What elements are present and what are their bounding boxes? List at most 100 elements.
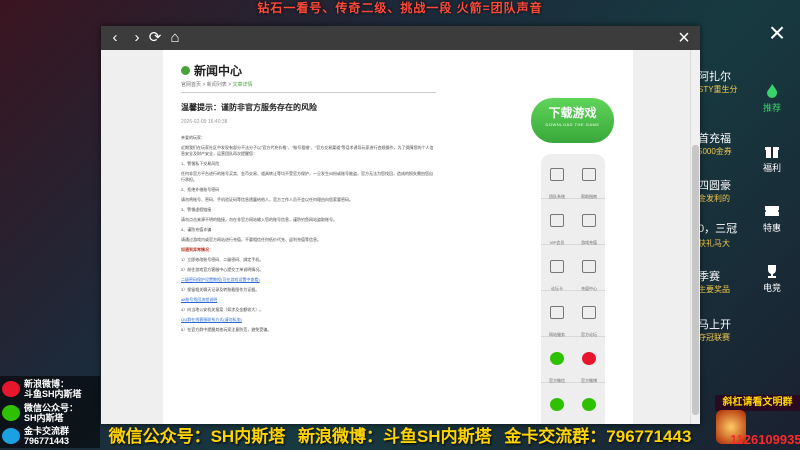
feature-wrench[interactable]: 网站服务	[541, 298, 573, 337]
clover-icon	[550, 398, 564, 411]
feature-label: 游戏充值	[581, 240, 597, 245]
article-paragraph: 请勿将账号、密码、手机验证码等信息透露给他人，官方工作人员不会以任何理由向您索要…	[181, 197, 353, 202]
article-paragraph: 4）向当地公安机关报案（如涉及金额较大）。	[181, 307, 264, 312]
feature-coin[interactable]: 游戏充值	[573, 206, 605, 245]
back-icon[interactable]: ‹	[105, 28, 125, 48]
social-value: 斗鱼SH内斯塔	[24, 389, 82, 399]
card-icon	[550, 260, 564, 273]
article-paragraph: 5）在官方群中提醒其他玩家注意防范，避免受骗。	[181, 327, 272, 332]
breadcrumb-current: 文章详情	[232, 82, 253, 88]
side-item-label: 电竞	[762, 283, 781, 293]
feature-label: 团队系统	[549, 194, 565, 199]
stream-bottom-banner: 微信公众号：SH内斯塔 新浪微博：斗鱼SH内斯塔 金卡交流群：796771443	[0, 424, 800, 450]
strip-subtext: 主要奖品	[698, 285, 730, 294]
social-row-weibo: 新浪微博： 斗鱼SH内斯塔	[2, 379, 82, 399]
feature-label: 帮助指南	[581, 194, 597, 199]
breadcrumb-list[interactable]: 新闻列表	[207, 82, 227, 88]
scrollbar[interactable]	[690, 50, 700, 424]
strip-subtext: STY重生分	[698, 85, 738, 94]
feature-card[interactable]: 论坛卡	[541, 252, 573, 291]
strip-subtext: 5000金券	[698, 147, 732, 156]
article-paragraph: 3、警惕虚假链接	[181, 207, 212, 212]
strip-text: 0，三冠	[698, 223, 738, 235]
side-item-esports[interactable]: 电竞	[752, 264, 792, 294]
feature-baidu[interactable]	[573, 390, 605, 424]
ticket-icon	[765, 206, 779, 216]
strip-text: 阿扎尔	[698, 71, 731, 83]
feature-label: 论坛卡	[551, 286, 563, 291]
article-paragraph: 任何非官方平台进行的账号买卖、金币交易、道具转让等均不受官方保护，一旦发生纠纷或…	[181, 171, 433, 182]
side-item-recommend[interactable]: 推荐	[752, 84, 792, 114]
news-bullet-icon	[181, 66, 190, 75]
side-item-discount[interactable]: 特惠	[752, 204, 792, 234]
scroll-thumb[interactable]	[692, 145, 699, 415]
strip-subtext: 获礼马大	[698, 239, 730, 248]
strip-subtext: 夺冠联赛	[698, 333, 730, 342]
article-paragraph: 请通过游戏内或官方网站进行充值，不要相信任何低价代充、返利充值等信息。	[181, 237, 321, 242]
side-item-label: 特惠	[762, 223, 781, 233]
strip-subtext: 金发利的	[698, 194, 730, 203]
download-label: 下载游戏	[548, 106, 597, 120]
banner-weibo: 新浪微博：斗鱼SH内斯塔	[297, 427, 492, 446]
feature-label: 充值中心	[581, 286, 597, 291]
feature-chat[interactable]: 官方论坛	[573, 298, 605, 337]
feature-team[interactable]: 团队系统	[541, 160, 573, 199]
stream-top-banner: 钻石一看号、传奇二级、挑战一段 火箭=团队声音	[257, 1, 543, 15]
fire-icon	[767, 84, 777, 98]
article-paragraph: 4、谨防充值诈骗	[181, 227, 212, 232]
news-page: 新闻中心 官网首页 > 新闻列表 > 文章详情 温馨提示：谨防非官方服务存在的风…	[163, 50, 633, 424]
strip-text: 四圆豪	[698, 180, 731, 192]
browser-toolbar: ‹ › ⟳ ⌂ ×	[101, 26, 700, 50]
article-link[interactable]: QQ群在线客服联系方式(请勿私加)	[181, 317, 436, 323]
article-paragraph: 请勿点击来源不明的链接，勿在非官方网站输入您的账号信息，谨防钓鱼网站盗取账号。	[181, 217, 337, 222]
home-icon[interactable]: ⌂	[165, 28, 185, 48]
article-paragraph: 3）保留相关聊天记录及转账截图作为证据。	[181, 287, 260, 292]
feature-monitor[interactable]: 帮助指南	[573, 160, 605, 199]
article-paragraph: 2、拒绝外借账号密码	[181, 187, 220, 192]
gift-icon	[765, 147, 779, 158]
social-label: 微信公众号：	[24, 403, 79, 413]
feature-crown[interactable]: VIP会员	[541, 206, 573, 245]
chat-icon	[582, 306, 596, 319]
coin-icon	[582, 214, 596, 227]
side-item-welfare[interactable]: 福利	[752, 144, 792, 174]
strip-text: 马上开	[698, 319, 731, 331]
game-promo-strip: 阿扎尔 STY重生分 首充福 5000金券 四圆豪 金发利的 0，三冠 获礼马大…	[698, 60, 754, 390]
weibo-icon	[582, 352, 596, 365]
mic-icon	[582, 260, 596, 273]
feature-panel: 团队系统 帮助指南 VIP会员 游戏充值论坛卡 充值中心网站服务 官方论坛 官方微信 官方微博	[541, 154, 605, 424]
article-paragraph: 1）立即修改账号密码、二级密码、绑定手机。	[181, 257, 264, 262]
forward-icon[interactable]: ›	[127, 28, 147, 48]
stream-notice: 斜杠请看文明群	[715, 395, 800, 411]
feature-wechat[interactable]: 官方微信	[541, 344, 573, 383]
feature-label: 网站服务	[549, 332, 565, 337]
article: 温馨提示：谨防非官方服务存在的风险 2026-02-09 16:40:38 亲爱…	[181, 102, 436, 337]
feature-label: VIP会员	[549, 240, 565, 245]
refresh-icon[interactable]: ⟳	[145, 28, 165, 48]
divider	[181, 92, 436, 93]
social-value: SH内斯塔	[24, 413, 64, 423]
feature-mic[interactable]: 充值中心	[573, 252, 605, 291]
team-icon	[550, 168, 564, 181]
side-item-label: 推荐	[762, 103, 781, 113]
breadcrumb: 官网首页 > 新闻列表 > 文章详情	[181, 81, 252, 88]
feature-weibo[interactable]: 官方微博	[573, 344, 605, 383]
window-close-icon[interactable]: ×	[674, 27, 694, 49]
feature-label: 官方微博	[581, 378, 597, 383]
section-header: 新闻中心	[181, 62, 242, 79]
baidu-icon	[582, 398, 596, 411]
wechat-icon	[550, 352, 564, 365]
banner-qq: 金卡交流群：796771443	[504, 427, 692, 446]
download-game-button[interactable]: 下载游戏 DOWNLOAD THE GAME	[531, 98, 614, 143]
close-icon[interactable]: ×	[764, 19, 790, 47]
article-paragraph: 如遇到异常情况：	[181, 247, 213, 252]
article-body: 亲爱的玩家： 近期我们在玩家社区中发现有部分不法分子以"官方代充价格"、"账号租借…	[181, 135, 436, 333]
article-link[interactable]: 二级密码保护设置教程(可在游戏设置中查看)	[181, 277, 436, 283]
wrench-icon	[550, 306, 564, 319]
article-link[interactable]: alt账号找回流程说明	[181, 297, 436, 303]
breadcrumb-home[interactable]: 官网首页	[181, 82, 201, 88]
side-item-label: 福利	[762, 163, 781, 173]
strip-text: 首充福	[698, 133, 731, 145]
feature-clover[interactable]	[541, 390, 573, 424]
article-paragraph: 亲爱的玩家：	[181, 135, 205, 140]
